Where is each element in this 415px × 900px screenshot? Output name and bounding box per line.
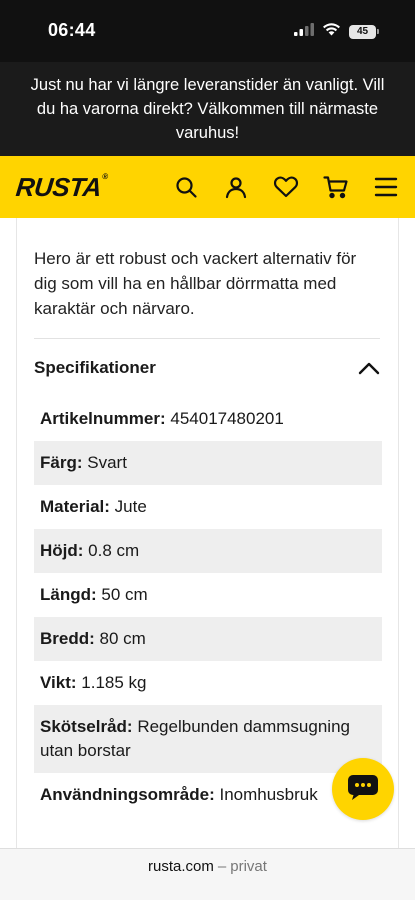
spec-value: 50 cm <box>101 585 148 604</box>
spec-row-weight: Vikt: 1.185 kg <box>34 661 382 705</box>
cart-icon[interactable] <box>321 172 351 202</box>
logo-text: RUSTA <box>14 171 103 202</box>
cellular-signal-icon <box>294 22 314 41</box>
status-time: 06:44 <box>48 20 96 40</box>
spec-row-material: Material: Jute <box>34 485 382 529</box>
spec-label: Bredd: <box>40 629 95 648</box>
spec-row-article-number: Artikelnummer: 454017480201 <box>34 397 382 441</box>
chevron-up-icon[interactable] <box>356 355 382 381</box>
spec-label: Användningsområde: <box>40 785 215 804</box>
url-domain: rusta.com <box>148 858 214 875</box>
spec-row-length: Längd: 50 cm <box>34 573 382 617</box>
spec-label: Vikt: <box>40 673 77 692</box>
spec-label: Höjd: <box>40 541 84 560</box>
url-separator: – <box>217 858 227 875</box>
product-details: Hero är ett robust och vackert alternati… <box>16 218 399 848</box>
banner-text: Just nu har vi längre leveranstider än v… <box>30 76 385 142</box>
user-icon[interactable] <box>221 172 251 202</box>
logo-mark: ® <box>101 171 109 181</box>
spec-label: Skötselråd: <box>40 717 133 736</box>
spec-value: 1.185 kg <box>81 673 147 692</box>
chat-bubble-icon <box>347 773 379 806</box>
spec-label: Färg: <box>40 453 83 472</box>
rusta-logo[interactable]: RUSTA® <box>14 172 108 203</box>
product-description: Hero är ett robust och vackert alternati… <box>34 249 357 318</box>
specifications-title: Specifikationer <box>34 358 156 377</box>
status-bar: 06:44 45 <box>0 0 415 62</box>
spec-label: Material: <box>40 497 110 516</box>
header-actions <box>171 172 401 202</box>
spec-value: 80 cm <box>99 629 146 648</box>
browsing-mode: privat <box>230 858 267 875</box>
specifications-list: Artikelnummer: 454017480201 Färg: Svart … <box>34 397 382 817</box>
spec-value: Svart <box>87 453 127 472</box>
battery-icon: 45 <box>349 24 379 39</box>
spec-label: Längd: <box>40 585 97 604</box>
spec-row-height: Höjd: 0.8 cm <box>34 529 382 573</box>
site-header: RUSTA® <box>0 156 415 218</box>
spec-value: 0.8 cm <box>88 541 140 560</box>
spec-label: Artikelnummer: <box>40 409 166 428</box>
chat-button[interactable] <box>332 758 394 820</box>
info-banner: Just nu har vi längre leveranstider än v… <box>0 62 415 156</box>
spec-row-care: Skötselråd: Regelbunden dammsugning utan… <box>34 705 382 773</box>
spec-value: Jute <box>114 497 147 516</box>
search-icon[interactable] <box>171 172 201 202</box>
heart-icon[interactable] <box>271 172 301 202</box>
spec-value: 454017480201 <box>170 409 284 428</box>
browser-url-bar[interactable]: rusta.com – privat <box>0 848 415 900</box>
spec-row-usage: Användningsområde: Inomhusbruk <box>34 773 382 817</box>
battery-level: 45 <box>349 24 376 39</box>
menu-icon[interactable] <box>371 172 401 202</box>
spec-value: Inomhusbruk <box>219 785 318 804</box>
spec-row-color: Färg: Svart <box>34 441 382 485</box>
wifi-icon <box>322 22 341 41</box>
spec-row-width: Bredd: 80 cm <box>34 617 382 661</box>
specifications-toggle[interactable]: Specifikationer <box>17 339 398 397</box>
status-icons: 45 <box>294 22 379 41</box>
